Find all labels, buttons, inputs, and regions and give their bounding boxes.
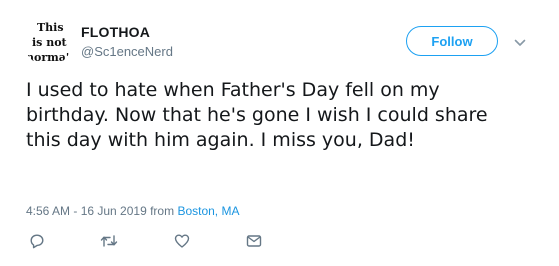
avatar-text-line-3: norma' <box>26 51 70 64</box>
user-handle[interactable]: @Sc1enceNerd <box>81 44 173 59</box>
reply-icon[interactable] <box>27 231 47 251</box>
tweet-timestamp[interactable]: 4:56 AM - 16 Jun 2019 <box>26 204 147 218</box>
tweet-location[interactable]: Boston, MA <box>177 204 239 218</box>
tweet-card: This is not norma' FLOTHOA @Sc1enceNerd … <box>0 0 559 266</box>
heart-icon[interactable] <box>172 231 192 251</box>
avatar-text-line-2: is not <box>32 36 67 49</box>
avatar-text-line-1: This <box>37 21 64 34</box>
follow-button[interactable]: Follow <box>406 26 498 56</box>
tweet-text: I used to hate when Father's Day fell on… <box>26 79 488 151</box>
chevron-down-icon[interactable] <box>514 36 526 48</box>
tweet-actions <box>0 231 559 251</box>
from-label: from <box>150 204 175 218</box>
envelope-icon[interactable] <box>244 231 264 251</box>
tweet-metadata: 4:56 AM - 16 Jun 2019 from Boston, MA <box>26 204 239 218</box>
retweet-icon[interactable] <box>99 231 119 251</box>
display-name[interactable]: FLOTHOA <box>81 24 150 40</box>
avatar[interactable]: This is not norma' <box>24 18 72 66</box>
